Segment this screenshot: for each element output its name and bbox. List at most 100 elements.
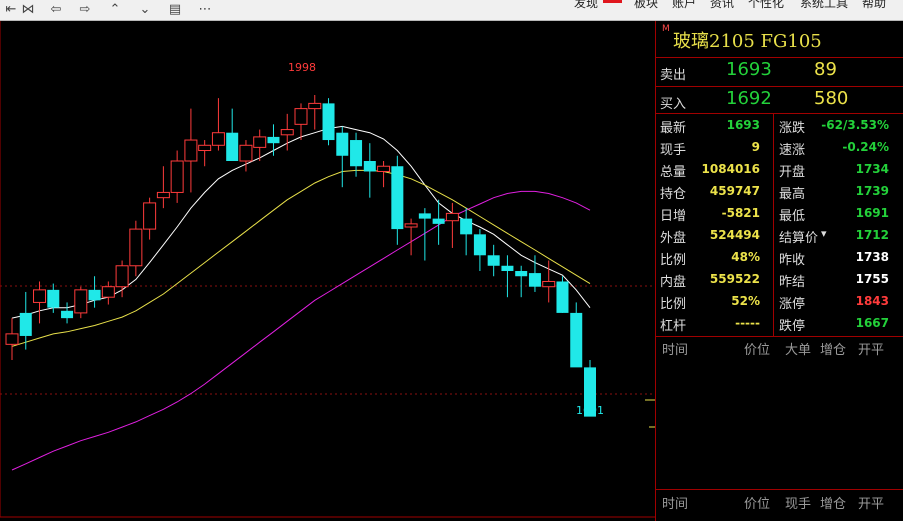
menu-news[interactable]: 资讯 — [710, 0, 734, 11]
stats-divider — [773, 114, 774, 336]
candle — [198, 140, 212, 167]
notes-icon[interactable]: ▤ — [164, 0, 186, 18]
candle — [377, 161, 391, 188]
stat-value: 559522 — [709, 272, 760, 286]
low-price-label: 1691 — [576, 404, 604, 417]
stat-value: 1667 — [855, 316, 889, 330]
candle-body-up — [198, 144, 212, 152]
stat-value: ----- — [735, 316, 760, 330]
candle-body-up — [404, 223, 418, 228]
menu-help[interactable]: 帮助 — [862, 0, 886, 11]
menu-discover[interactable]: 发现 — [574, 0, 598, 11]
candle-body-up — [156, 191, 170, 199]
column-header[interactable]: 增仓 — [820, 493, 846, 512]
sell-price: 1693 — [726, 59, 772, 80]
column-header[interactable]: 开平 — [858, 493, 884, 512]
candle — [61, 302, 74, 324]
stat-label: 内盘 — [660, 275, 687, 290]
candle-body-up — [101, 286, 115, 298]
stat-row: 比例 48% — [660, 248, 760, 268]
nav-forward-icon[interactable]: ⇨ — [74, 0, 96, 18]
stat-value: 459747 — [709, 184, 760, 198]
candle-body-down — [528, 273, 541, 287]
candle-body-up — [143, 202, 157, 230]
candle-body-down — [432, 218, 445, 224]
sell-row: 卖出 1693 89 — [656, 58, 903, 86]
stat-value: 1738 — [855, 250, 889, 264]
candle-body-up — [280, 129, 294, 136]
column-header[interactable]: 大单 — [785, 339, 811, 358]
candle — [418, 208, 431, 261]
stat-row: 昨收 1738 — [779, 248, 889, 268]
column-header[interactable]: 现手 — [785, 493, 811, 512]
zoom-out-icon[interactable]: ⌄ — [134, 0, 156, 18]
candle-body-down — [19, 312, 32, 336]
candle-body-up — [115, 265, 129, 288]
candle — [487, 244, 500, 277]
stat-value: 1691 — [855, 206, 889, 220]
candle — [267, 124, 280, 156]
candle-body-down — [460, 218, 473, 235]
instrument-name: 玻璃2105 FG105 — [673, 31, 822, 52]
candle-body-up — [33, 289, 47, 303]
stat-value: 1739 — [855, 184, 889, 198]
stat-label: 结算价 — [779, 231, 819, 246]
menu-personalize[interactable]: 个性化 — [748, 0, 784, 11]
candle-body-down — [61, 310, 74, 319]
candle-body-up — [239, 144, 253, 162]
column-header[interactable]: 增仓 — [820, 339, 846, 358]
more-icon[interactable]: ⋯ — [194, 0, 216, 18]
zoom-in-icon[interactable]: ⌃ — [104, 0, 126, 18]
stat-row: 内盘 559522 — [660, 270, 760, 290]
stat-row: 涨跌 -62/3.53% — [779, 116, 889, 136]
candle — [556, 276, 569, 313]
candle — [74, 286, 88, 319]
stat-label: 速涨 — [779, 143, 806, 158]
column-header[interactable]: 价位 — [744, 493, 770, 512]
stat-row: 现手 9 — [660, 138, 760, 158]
candle — [570, 302, 583, 368]
column-header[interactable]: 时间 — [662, 493, 688, 512]
stat-label: 比例 — [660, 253, 687, 268]
candle-body-up — [74, 289, 88, 314]
stat-value: 1755 — [855, 272, 889, 286]
nav-back-icon[interactable]: ⇦ — [45, 0, 67, 18]
candle-body-up — [184, 139, 198, 162]
candle-body-down — [47, 289, 60, 308]
stat-row: 比例 52% — [660, 292, 760, 312]
stat-label: 比例 — [660, 297, 687, 312]
menu-system-tools[interactable]: 系统工具 — [800, 0, 848, 11]
column-header[interactable]: 价位 — [744, 339, 770, 358]
menu-sector[interactable]: 板块 — [634, 0, 658, 11]
dropdown-caret-icon[interactable]: ▾ — [821, 227, 827, 240]
candlestick-chart[interactable]: 1998 1691 — [0, 21, 655, 521]
instrument-title: M 玻璃2105 FG105 — [656, 21, 903, 58]
stat-value: 52% — [731, 294, 760, 308]
stat-value: 1734 — [855, 162, 889, 176]
candle — [322, 98, 335, 146]
stat-row: 涨停 1843 — [779, 292, 889, 312]
stat-label: 开盘 — [779, 165, 806, 180]
stat-label: 持仓 — [660, 187, 687, 202]
stat-value: 9 — [751, 140, 760, 154]
menu-account[interactable]: 账户 — [672, 0, 696, 11]
candle-body-down — [570, 312, 583, 368]
stat-label: 最高 — [779, 187, 806, 202]
column-header[interactable]: 开平 — [858, 339, 884, 358]
stat-row: 速涨 -0.24% — [779, 138, 889, 158]
buy-price: 1692 — [726, 88, 772, 109]
ma-long-line — [11, 190, 591, 471]
candle — [170, 150, 184, 203]
stat-row: 结算价 1712 ▾ — [779, 226, 889, 246]
candle — [515, 265, 528, 298]
ma-fast-line — [11, 125, 591, 319]
stat-value: 1712 — [855, 228, 889, 242]
divider — [656, 113, 903, 114]
column-header[interactable]: 时间 — [662, 339, 688, 358]
candle-body-down — [226, 132, 239, 161]
quote-panel: M 玻璃2105 FG105 卖出 1693 89 买入 1692 580 最新… — [655, 21, 903, 521]
candle — [129, 220, 143, 277]
stat-value: 1084016 — [701, 162, 760, 176]
stat-row: 外盘 524494 — [660, 226, 760, 246]
nav-first-icon[interactable]: ⋈ — [17, 0, 39, 18]
